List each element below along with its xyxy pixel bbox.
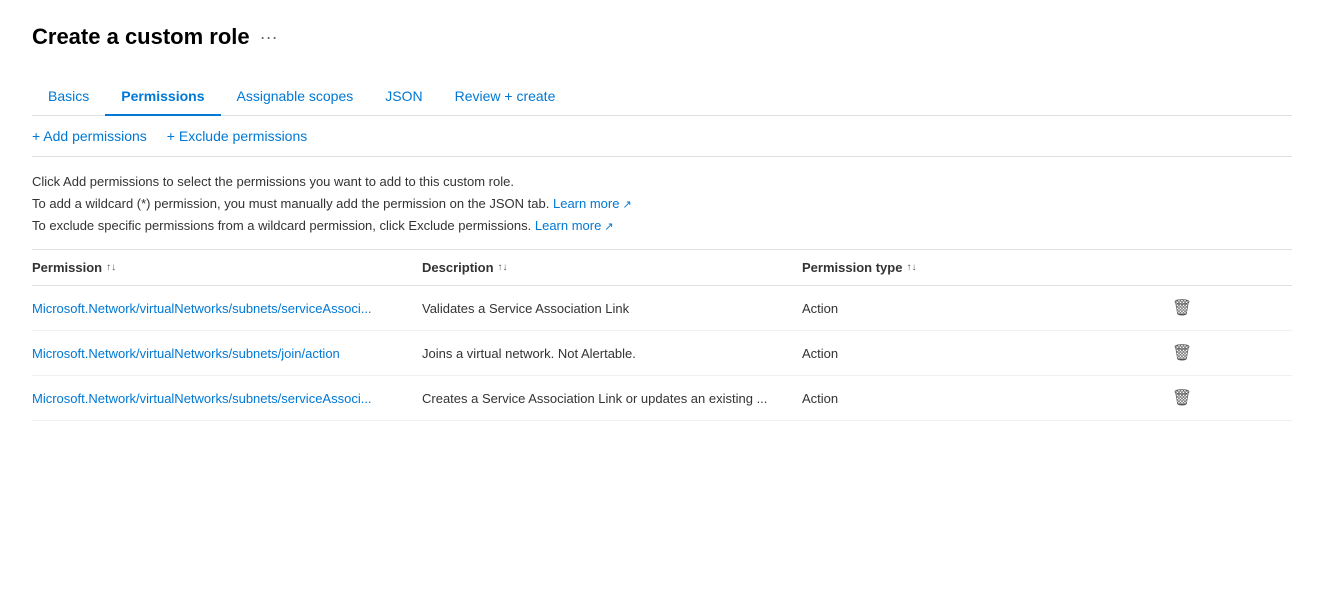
col-header-actions (1152, 260, 1212, 275)
col-header-permission-type: Permission type ↑↓ (802, 260, 1152, 275)
more-options-icon[interactable]: ··· (260, 27, 278, 48)
learn-more-link-1[interactable]: Learn more (553, 196, 632, 211)
exclude-permissions-button[interactable]: + Exclude permissions (167, 128, 307, 144)
description-cell-2: Creates a Service Association Link or up… (422, 391, 802, 406)
action-cell-0: 🗑 (1152, 296, 1212, 320)
permissions-toolbar: + Add permissions + Exclude permissions (32, 116, 1292, 157)
permissions-table: Permission ↑↓ Description ↑↓ Permission … (32, 250, 1292, 421)
tab-json[interactable]: JSON (369, 78, 438, 116)
learn-more-link-2[interactable]: Learn more (535, 218, 614, 233)
tab-review-create[interactable]: Review + create (439, 78, 572, 116)
page-title: Create a custom role (32, 24, 250, 50)
add-permissions-button[interactable]: + Add permissions (32, 128, 147, 144)
sort-permission-icon[interactable]: ↑↓ (106, 262, 116, 273)
description-cell-0: Validates a Service Association Link (422, 301, 802, 316)
table-row: Microsoft.Network/virtualNetworks/subnet… (32, 331, 1292, 376)
info-line2: To add a wildcard (*) permission, you mu… (32, 193, 1292, 215)
table-row: Microsoft.Network/virtualNetworks/subnet… (32, 376, 1292, 421)
delete-row-0-button[interactable]: 🗑 (1166, 296, 1198, 320)
info-line1: Click Add permissions to select the perm… (32, 171, 1292, 193)
col-header-description: Description ↑↓ (422, 260, 802, 275)
type-cell-2: Action (802, 391, 1152, 406)
sort-description-icon[interactable]: ↑↓ (498, 262, 508, 273)
info-section: Click Add permissions to select the perm… (32, 157, 1292, 250)
type-cell-1: Action (802, 346, 1152, 361)
table-header: Permission ↑↓ Description ↑↓ Permission … (32, 250, 1292, 286)
tab-basics[interactable]: Basics (32, 78, 105, 116)
delete-row-1-button[interactable]: 🗑 (1166, 341, 1198, 365)
info-line3: To exclude specific permissions from a w… (32, 215, 1292, 237)
description-cell-1: Joins a virtual network. Not Alertable. (422, 346, 802, 361)
tab-assignable-scopes[interactable]: Assignable scopes (221, 78, 370, 116)
tab-nav: Basics Permissions Assignable scopes JSO… (32, 78, 1292, 116)
permission-cell-1[interactable]: Microsoft.Network/virtualNetworks/subnet… (32, 346, 422, 361)
table-row: Microsoft.Network/virtualNetworks/subnet… (32, 286, 1292, 331)
action-cell-2: 🗑 (1152, 386, 1212, 410)
type-cell-0: Action (802, 301, 1152, 316)
sort-type-icon[interactable]: ↑↓ (906, 262, 916, 273)
tab-permissions[interactable]: Permissions (105, 78, 220, 116)
permission-cell-2[interactable]: Microsoft.Network/virtualNetworks/subnet… (32, 391, 422, 406)
col-header-permission: Permission ↑↓ (32, 260, 422, 275)
permission-cell-0[interactable]: Microsoft.Network/virtualNetworks/subnet… (32, 301, 422, 316)
action-cell-1: 🗑 (1152, 341, 1212, 365)
delete-row-2-button[interactable]: 🗑 (1166, 386, 1198, 410)
